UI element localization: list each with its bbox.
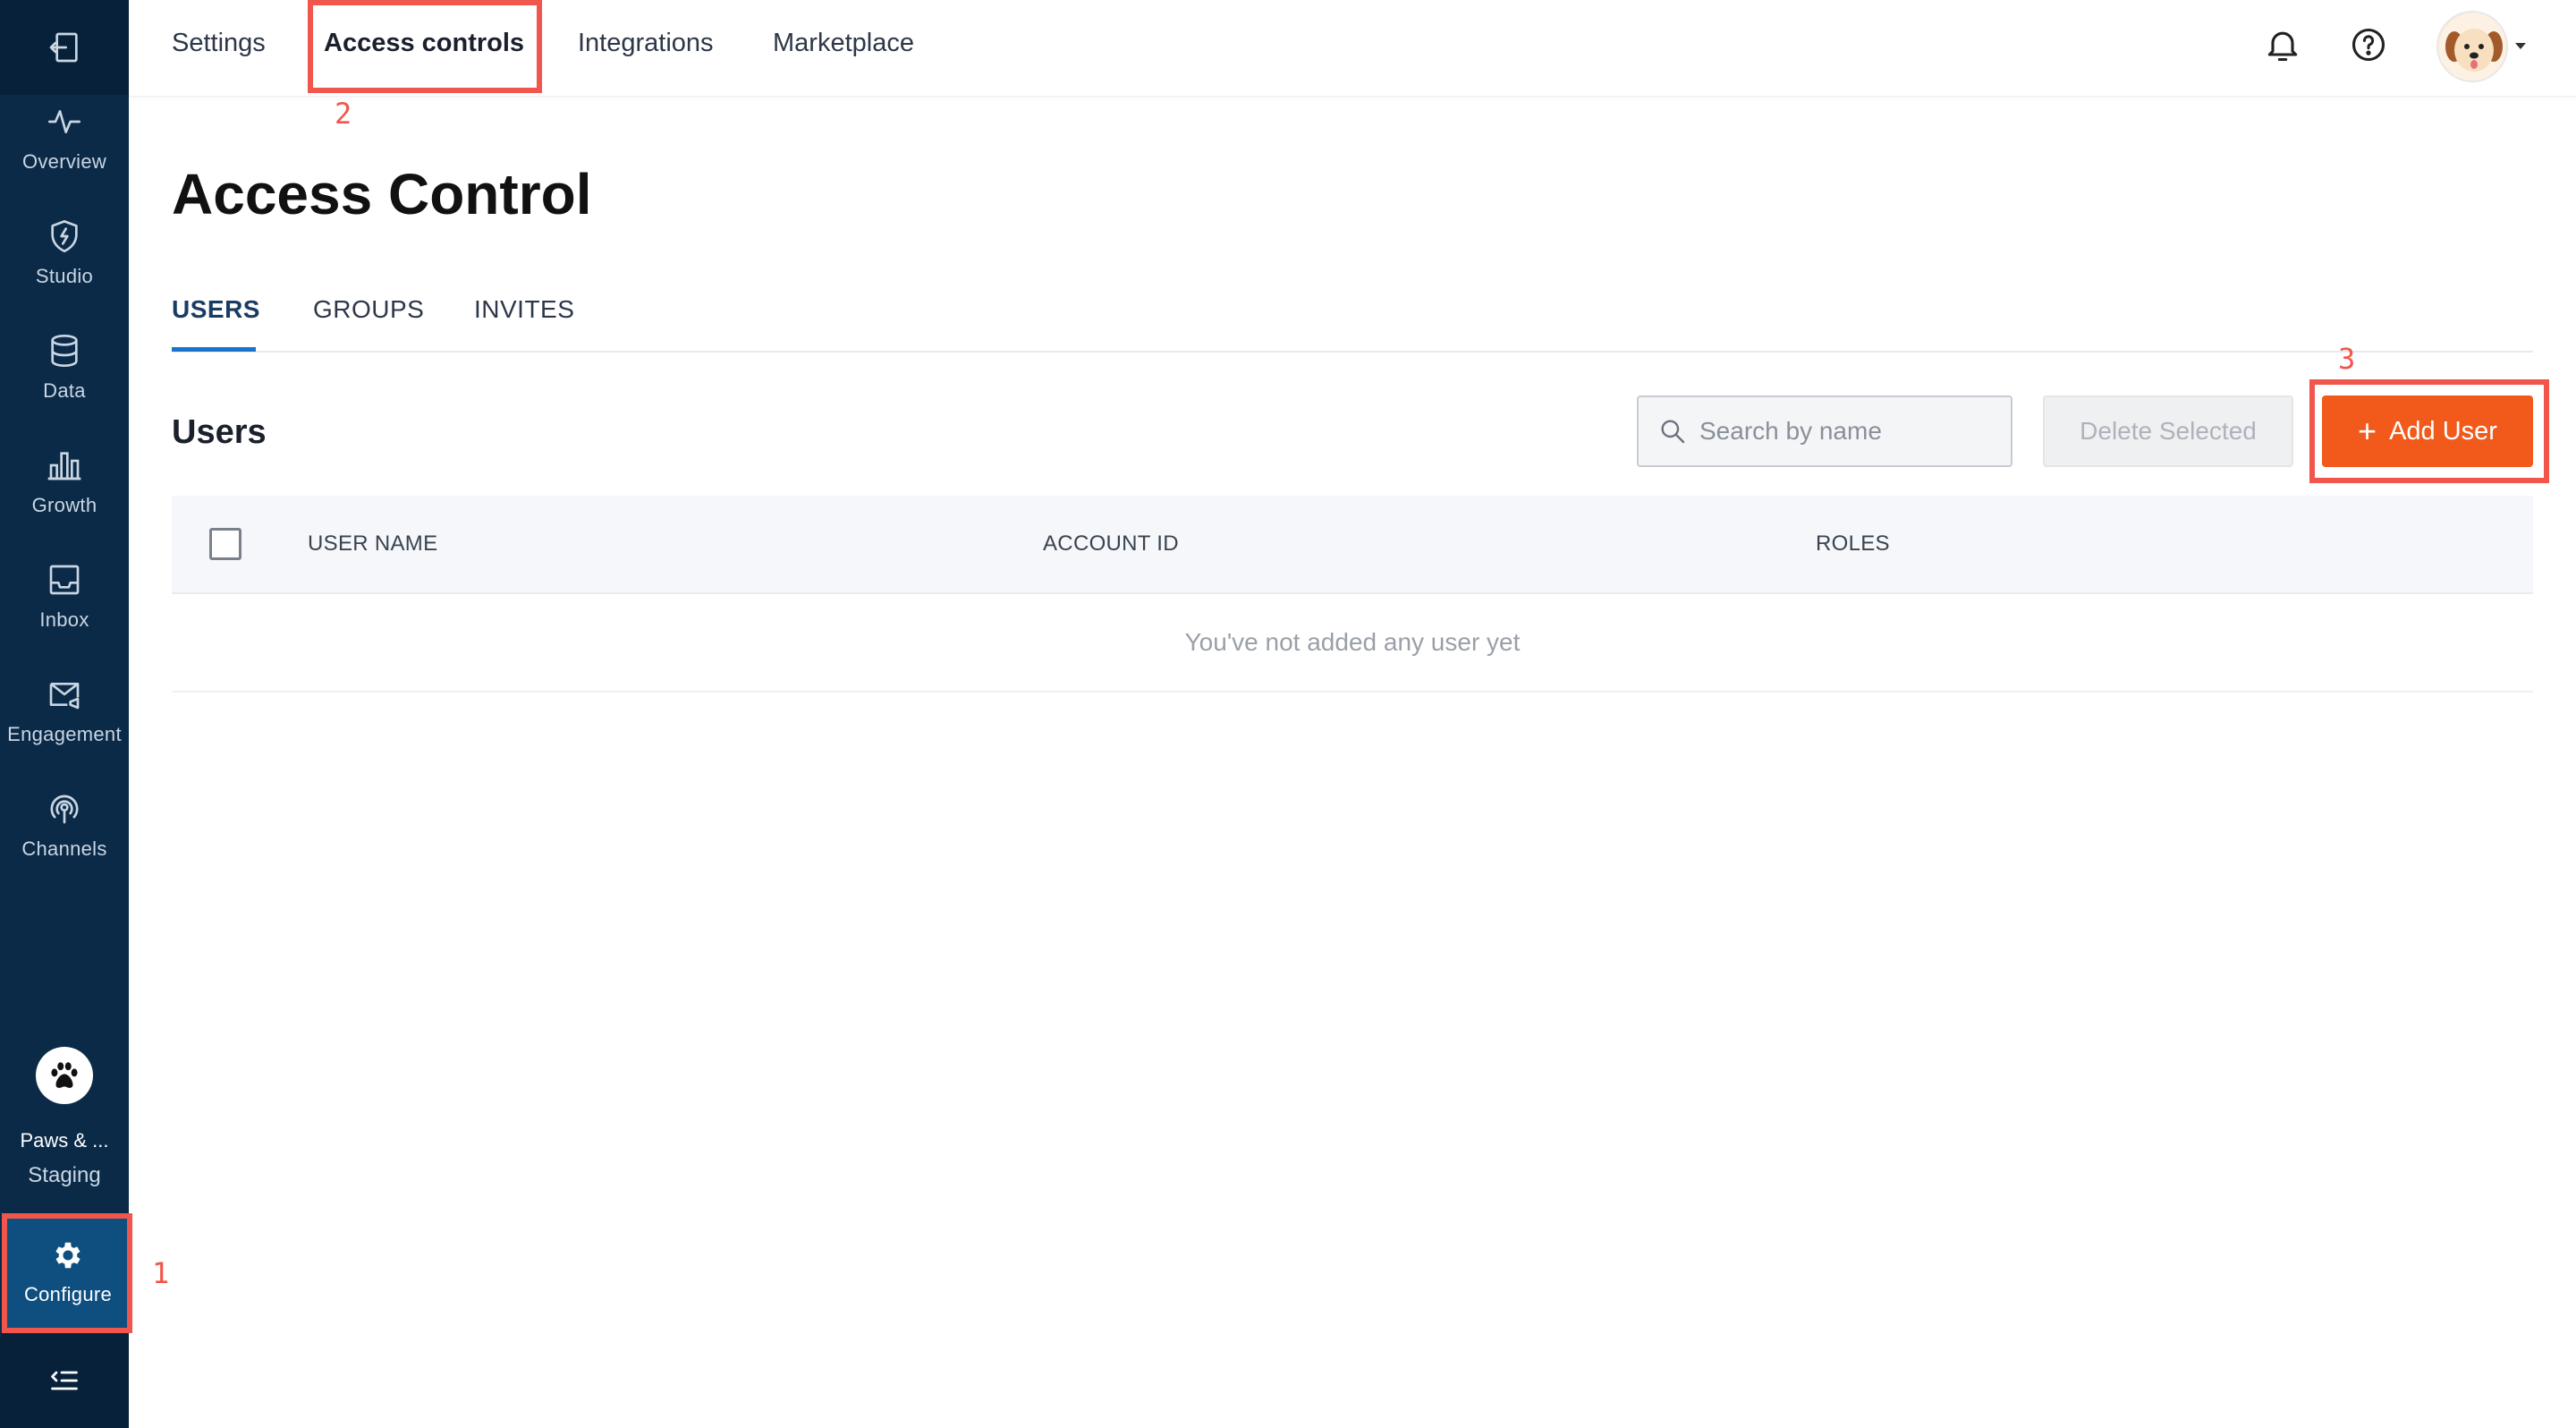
sidebar-item-data[interactable]: Data — [0, 315, 129, 421]
sidebar-item-engagement[interactable]: Engagement — [0, 659, 129, 764]
delete-selected-button[interactable]: Delete Selected — [2043, 395, 2293, 467]
paw-icon — [51, 1062, 78, 1088]
highlight-add-user — [2309, 379, 2549, 483]
users-table: USER NAME ACCOUNT ID ROLES You've not ad… — [172, 496, 2533, 693]
page-title: Access Control — [172, 162, 592, 226]
annotation-number-3: 3 — [2338, 342, 2356, 376]
sidebar-item-growth[interactable]: Growth — [0, 429, 129, 535]
exit-icon — [49, 32, 78, 63]
column-header-user-name[interactable]: USER NAME — [308, 531, 437, 557]
collapse-sidebar-button[interactable] — [0, 1333, 129, 1428]
tab-users[interactable]: USERS — [172, 295, 260, 324]
org-switcher[interactable]: Paws & ... Staging — [0, 1047, 129, 1188]
section-title: Users — [172, 413, 267, 451]
tab-bar: USERS GROUPS INVITES — [172, 277, 2533, 353]
search-field[interactable] — [1637, 395, 2012, 467]
table-header: USER NAME ACCOUNT ID ROLES — [172, 496, 2533, 594]
tab-invites[interactable]: INVITES — [474, 295, 574, 324]
column-header-account-id[interactable]: ACCOUNT ID — [1043, 531, 1179, 557]
help-icon[interactable] — [2349, 25, 2388, 64]
broadcast-icon — [50, 795, 79, 824]
collapse-menu-icon — [51, 1371, 78, 1390]
search-icon — [1661, 420, 1685, 444]
sidebar-item-inbox[interactable]: Inbox — [0, 544, 129, 650]
nav-item-marketplace[interactable]: Marketplace — [773, 29, 914, 58]
tab-groups[interactable]: GROUPS — [313, 295, 424, 324]
annotation-number-1: 1 — [152, 1256, 170, 1290]
active-tab-indicator — [172, 347, 256, 352]
inbox-icon — [49, 565, 80, 595]
sidebar-item-label: Growth — [31, 494, 97, 516]
sidebar-item-label: Studio — [35, 265, 94, 287]
chevron-down-icon[interactable] — [2515, 43, 2526, 49]
org-avatar — [36, 1047, 93, 1104]
exit-button[interactable] — [0, 0, 129, 95]
search-input[interactable] — [1699, 417, 2004, 446]
empty-state-message: You've not added any user yet — [1184, 628, 1521, 656]
bar-chart-icon — [47, 452, 81, 480]
sidebar-item-label: Data — [43, 379, 86, 402]
org-name: Paws & ... — [20, 1129, 109, 1152]
table-empty-row: You've not added any user yet — [172, 594, 2533, 693]
nav-item-integrations[interactable]: Integrations — [578, 29, 714, 58]
sidebar-item-label: Inbox — [39, 608, 89, 631]
database-icon — [51, 335, 78, 368]
mail-megaphone-icon — [49, 683, 80, 710]
sidebar-item-overview[interactable]: Overview — [0, 86, 129, 191]
sidebar-item-label: Overview — [21, 150, 107, 173]
sidebar-item-label: Engagement — [7, 723, 122, 745]
sidebar-item-studio[interactable]: Studio — [0, 200, 129, 306]
select-all-checkbox[interactable] — [209, 528, 242, 560]
user-avatar[interactable] — [2436, 11, 2508, 82]
highlight-configure — [2, 1213, 132, 1333]
nav-item-settings[interactable]: Settings — [172, 29, 266, 58]
bell-icon[interactable] — [2263, 25, 2302, 64]
sidebar-item-label: Channels — [21, 837, 107, 860]
highlight-access-controls — [308, 0, 542, 93]
annotation-number-2: 2 — [335, 97, 352, 131]
org-environment: Staging — [28, 1163, 101, 1187]
sidebar-item-channels[interactable]: Channels — [0, 773, 129, 879]
shield-bolt-icon — [51, 220, 78, 252]
column-header-roles[interactable]: ROLES — [1816, 531, 1890, 557]
activity-icon — [48, 110, 80, 133]
